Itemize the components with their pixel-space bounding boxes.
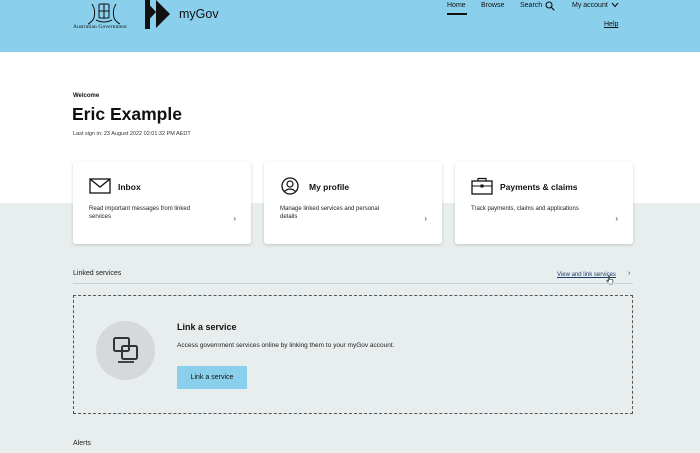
- nav-my-account-menu[interactable]: My account: [572, 2, 608, 9]
- briefcase-icon: [471, 177, 493, 195]
- linked-chain-illustration: [96, 321, 155, 380]
- nav-search-link[interactable]: Search: [520, 2, 542, 9]
- linked-services-heading: Linked services: [73, 270, 122, 277]
- welcome-label: Welcome: [73, 93, 100, 99]
- card-description: Manage linked services and personal deta…: [280, 206, 380, 220]
- chevron-right-icon[interactable]: ›: [628, 270, 630, 277]
- card-description: Track payments, claims and applications: [471, 206, 579, 212]
- nav-active-indicator: [447, 13, 467, 15]
- link-chain-icon: [113, 337, 138, 363]
- chevron-right-icon: ›: [424, 214, 427, 223]
- help-link[interactable]: Help: [604, 21, 618, 28]
- inbox-card[interactable]: Inbox Read important messages from linke…: [73, 162, 251, 244]
- card-title: Inbox: [118, 182, 141, 192]
- card-title: My profile: [309, 182, 350, 192]
- link-service-panel: Link a service Access government service…: [73, 295, 633, 414]
- my-profile-card[interactable]: My profile Manage linked services and pe…: [264, 162, 442, 244]
- chevron-right-icon: ›: [233, 214, 236, 223]
- brand-name[interactable]: myGov: [179, 7, 219, 21]
- link-a-service-button[interactable]: Link a service: [177, 366, 247, 389]
- government-name: Australian Government: [73, 24, 127, 30]
- card-description: Read important messages from linked serv…: [89, 206, 191, 220]
- nav-browse-link[interactable]: Browse: [481, 2, 504, 9]
- section-divider: [73, 283, 633, 284]
- chevron-down-icon[interactable]: [611, 2, 619, 8]
- page-title: Eric Example: [72, 104, 182, 124]
- link-service-title: Link a service: [177, 322, 237, 332]
- last-sign-in-text: Last sign in: 23 August 2022 02:01:32 PM…: [73, 131, 191, 137]
- payments-claims-card[interactable]: Payments & claims Track payments, claims…: [455, 162, 633, 244]
- mygov-logo-icon[interactable]: [144, 0, 172, 30]
- link-service-description: Access government services online by lin…: [177, 342, 395, 349]
- search-icon[interactable]: [545, 1, 555, 11]
- profile-icon: [281, 177, 299, 195]
- envelope-icon: [89, 178, 111, 194]
- card-title: Payments & claims: [500, 182, 578, 192]
- alerts-heading: Alerts: [73, 440, 91, 447]
- chevron-right-icon: ›: [615, 214, 618, 223]
- nav-home-link[interactable]: Home: [447, 2, 466, 9]
